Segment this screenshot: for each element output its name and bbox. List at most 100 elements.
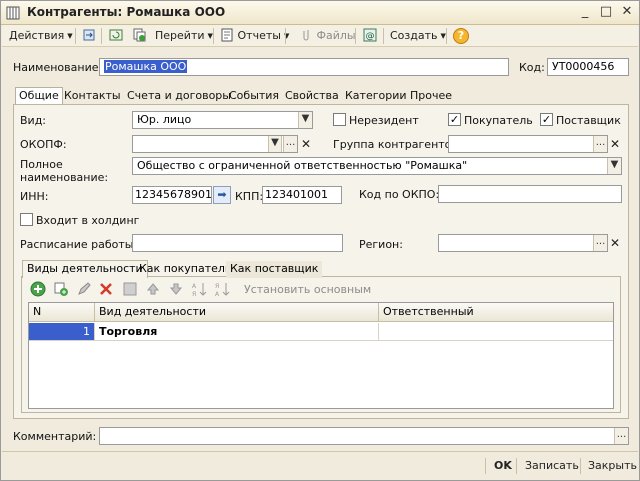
close-button[interactable]: Закрыть [588, 458, 637, 474]
tab-general[interactable]: Общие [15, 87, 63, 105]
set-main-button[interactable]: Установить основным [244, 283, 371, 296]
row-number-cell[interactable]: 1 [29, 323, 95, 341]
okpo-field[interactable] [438, 185, 622, 203]
add-row-icon[interactable] [30, 281, 46, 297]
code-field[interactable]: УТ0000456 [547, 58, 629, 76]
tab-other[interactable]: Прочее [407, 88, 455, 104]
ok-button[interactable]: OK [494, 458, 512, 474]
tab-accounts-contracts[interactable]: Счета и договоры [124, 88, 234, 104]
buyer-checkbox[interactable]: ✓ [448, 113, 461, 126]
subtab-as-buyer[interactable]: Как покупатель [135, 261, 235, 278]
help-button[interactable]: ? [453, 28, 469, 44]
nonresident-checkbox[interactable] [333, 113, 346, 126]
region-field[interactable]: ... [438, 234, 608, 252]
clear-icon[interactable]: ✕ [608, 136, 622, 152]
activity-table: N Вид деятельности Ответственный 1 Торго… [28, 302, 614, 409]
actions-menu[interactable]: Действия ▼ [9, 28, 73, 44]
svg-text:Я: Я [192, 291, 196, 297]
save-button[interactable]: Записать [525, 458, 579, 474]
end-edit-icon[interactable] [122, 281, 138, 297]
arrow-right-icon[interactable]: ➡ [213, 186, 231, 204]
close-window-button[interactable]: ✕ [619, 4, 635, 20]
delete-icon[interactable] [98, 281, 114, 297]
okopf-field[interactable]: ▼ ... [132, 135, 298, 153]
comment-label: Комментарий: [13, 430, 97, 443]
contractor-window: Контрагенты: Ромашка ООО _ □ ✕ Действия ▼… [0, 0, 640, 481]
nonresident-label: Нерезидент [349, 114, 419, 127]
chevron-down-icon[interactable]: ▼ [607, 158, 621, 174]
select-ellipsis-button[interactable]: ... [593, 136, 607, 152]
footer-divider [2, 451, 638, 452]
create-menu[interactable]: Создать ▼ [390, 28, 446, 44]
goto-menu[interactable]: Перейти ▼ [155, 28, 213, 44]
refresh-icon[interactable] [109, 28, 123, 42]
edit-icon[interactable] [76, 281, 92, 297]
fullname-label-line2: наименование: [20, 171, 109, 184]
column-header-activity[interactable]: Вид деятельности [95, 303, 379, 322]
select-in-list-icon[interactable] [82, 28, 96, 42]
inn-field[interactable]: 123456789012 [132, 186, 212, 204]
subtab-activities[interactable]: Виды деятельности [22, 260, 148, 278]
sort-desc-icon[interactable]: Я A [214, 281, 230, 297]
reports-menu[interactable]: Отчеты ▼ [220, 28, 289, 44]
region-label: Регион: [359, 238, 403, 251]
move-down-icon[interactable] [168, 281, 184, 297]
chevron-down-icon[interactable]: ▼ [268, 136, 282, 152]
copy-icon[interactable] [132, 28, 146, 42]
title-bar: Контрагенты: Ромашка ООО _ □ ✕ [1, 1, 639, 25]
responsible-cell[interactable] [379, 323, 613, 341]
buyer-label: Покупатель [464, 114, 533, 127]
clear-icon[interactable]: ✕ [608, 235, 622, 251]
kpp-field[interactable]: 123401001 [262, 186, 342, 204]
fullname-value: Общество с ограниченной ответственностью… [137, 159, 468, 172]
move-up-icon[interactable] [145, 281, 161, 297]
name-value: Ромашка ООО [104, 60, 188, 73]
copy-row-icon[interactable] [53, 281, 69, 297]
tab-properties[interactable]: Свойства [282, 88, 342, 104]
comment-field[interactable]: ... [99, 427, 629, 445]
group-field[interactable]: ... [448, 135, 608, 153]
kind-label: Вид: [20, 114, 47, 127]
tab-events[interactable]: События [226, 88, 282, 104]
column-header-responsible[interactable]: Ответственный [379, 303, 613, 322]
select-ellipsis-button[interactable]: ... [593, 235, 607, 251]
maximize-button[interactable]: □ [598, 4, 614, 20]
files-button[interactable]: Файлы [299, 28, 356, 44]
supplier-checkbox[interactable]: ✓ [540, 113, 553, 126]
paperclip-icon [303, 30, 309, 41]
name-field[interactable]: Ромашка ООО [99, 58, 509, 76]
svg-text:A: A [215, 291, 220, 297]
fullname-label-line1: Полное [20, 158, 63, 171]
catalog-icon [6, 6, 20, 20]
column-header-n[interactable]: N [29, 303, 95, 322]
tab-categories[interactable]: Категории [342, 88, 410, 104]
holding-label: Входит в холдинг [36, 214, 140, 227]
code-label: Код: [519, 61, 545, 74]
name-label: Наименование: [13, 61, 103, 74]
kpp-label: КПП: [235, 190, 264, 203]
toolbar: Действия ▼ Перейти ▼ Отчеты ▼ Файлы @ Со… [2, 25, 638, 47]
kind-select[interactable]: Юр. лицо ▼ [132, 111, 313, 129]
kind-value: Юр. лицо [137, 113, 192, 126]
schedule-field[interactable] [132, 234, 343, 252]
clear-icon[interactable]: ✕ [299, 136, 313, 152]
email-icon[interactable]: @ [363, 28, 377, 42]
svg-text:@: @ [366, 32, 375, 42]
select-ellipsis-button[interactable]: ... [614, 428, 628, 444]
schedule-label: Расписание работы: [20, 238, 138, 251]
okpo-label: Код по ОКПО: [359, 188, 440, 201]
fullname-field[interactable]: Общество с ограниченной ответственностью… [132, 157, 622, 175]
okopf-label: ОКОПФ: [20, 138, 67, 151]
activity-cell[interactable]: Торговля [95, 323, 379, 341]
sort-asc-icon[interactable]: A Я [191, 281, 207, 297]
group-label: Группа контрагентов: [333, 138, 462, 151]
inn-label: ИНН: [20, 190, 49, 203]
minimize-button[interactable]: _ [577, 4, 593, 20]
svg-text:Я: Я [215, 283, 219, 290]
subtab-as-supplier[interactable]: Как поставщик [226, 261, 323, 278]
chevron-down-icon[interactable]: ▼ [298, 112, 312, 128]
tab-contacts[interactable]: Контакты [61, 88, 124, 104]
select-ellipsis-button[interactable]: ... [283, 136, 297, 152]
holding-checkbox[interactable] [20, 213, 33, 226]
window-title: Контрагенты: Ромашка ООО [27, 5, 226, 19]
